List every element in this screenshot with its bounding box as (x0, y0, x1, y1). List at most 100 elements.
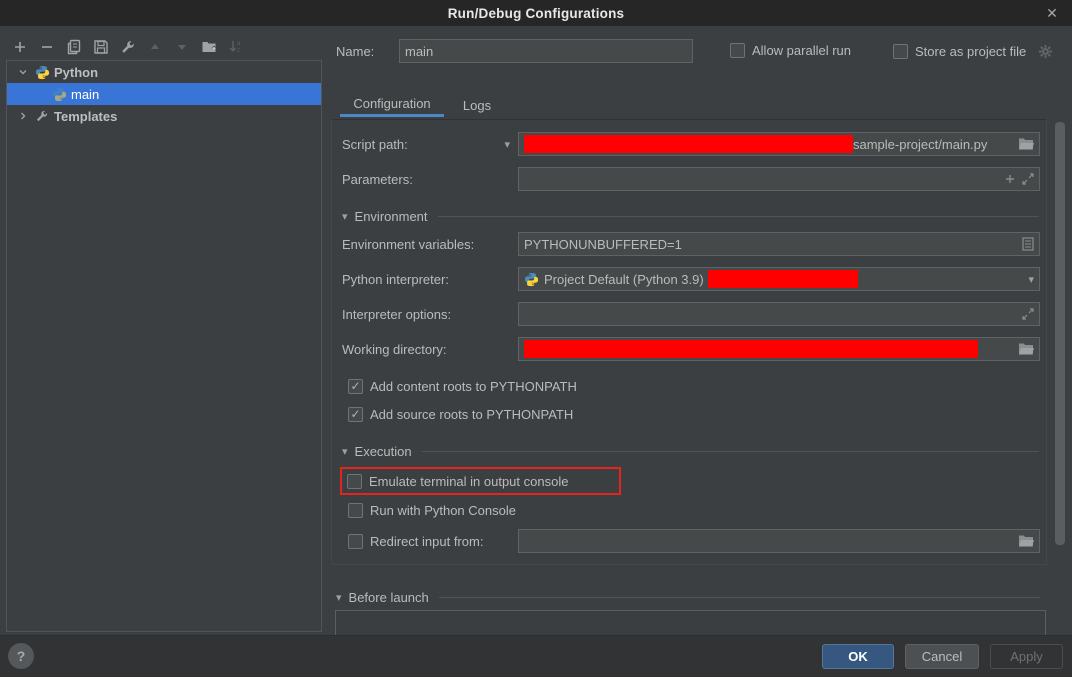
check-icon: ✓ (350, 380, 360, 392)
checkbox-label: Add content roots to PYTHONPATH (370, 379, 577, 394)
add-content-roots-checkbox[interactable]: ✓ Add content roots to PYTHONPATH (348, 378, 577, 394)
interpreter-options-row: Interpreter options: (332, 302, 1046, 326)
close-icon[interactable]: ✕ (1040, 0, 1064, 26)
wrench-icon (34, 108, 50, 124)
ok-button[interactable]: OK (822, 644, 894, 669)
before-launch-section-header[interactable]: ▾ Before launch (336, 589, 1040, 605)
help-button[interactable]: ? (8, 643, 34, 669)
emulate-terminal-highlight: Emulate terminal in output console (340, 467, 621, 495)
gear-icon[interactable] (1037, 43, 1053, 59)
checkbox-box[interactable] (893, 44, 908, 59)
section-title: Before launch (349, 590, 429, 605)
save-icon[interactable] (93, 39, 109, 55)
combo-arrow-icon[interactable]: ▾ (1028, 273, 1034, 286)
parameters-input[interactable] (518, 167, 1040, 191)
tree-item-templates[interactable]: Templates (7, 105, 321, 127)
checkbox-box[interactable] (348, 534, 363, 549)
script-path-input[interactable]: sample-project/main.py (518, 132, 1040, 156)
tree-item-label: Templates (54, 109, 117, 124)
section-collapse-icon[interactable]: ▾ (336, 591, 342, 604)
script-path-label-combo[interactable]: Script path: ▾ (342, 137, 510, 152)
add-macro-icon[interactable] (1004, 173, 1016, 185)
checkbox-box[interactable] (348, 503, 363, 518)
chevron-down-icon[interactable] (15, 64, 31, 80)
move-down-icon[interactable] (174, 39, 190, 55)
section-divider (422, 451, 1039, 452)
browse-folder-icon[interactable] (1018, 137, 1034, 151)
section-title: Execution (355, 444, 412, 459)
chevron-down-icon[interactable]: ▾ (504, 138, 510, 151)
apply-button[interactable]: Apply (990, 644, 1063, 669)
environment-variables-label: Environment variables: (342, 237, 510, 252)
edit-wrench-icon[interactable] (120, 39, 136, 55)
add-source-roots-checkbox[interactable]: ✓ Add source roots to PYTHONPATH (348, 406, 573, 422)
environment-variables-input[interactable]: PYTHONUNBUFFERED=1 (518, 232, 1040, 256)
checkbox-box[interactable] (730, 43, 745, 58)
interpreter-options-label: Interpreter options: (342, 307, 510, 322)
move-up-icon[interactable] (147, 39, 163, 55)
checkbox-box[interactable]: ✓ (348, 407, 363, 422)
working-directory-input[interactable] (518, 337, 1040, 361)
python-icon (524, 272, 539, 287)
checkbox-label: Allow parallel run (752, 43, 851, 58)
run-python-console-checkbox[interactable]: Run with Python Console (348, 502, 516, 518)
checkbox-label: Redirect input from: (370, 534, 483, 549)
vertical-scrollbar[interactable] (1055, 122, 1065, 545)
redacted-directory-block (524, 340, 978, 358)
redirect-input-field[interactable] (518, 529, 1040, 553)
expand-field-icon[interactable] (1022, 308, 1034, 320)
browse-folder-icon[interactable] (1018, 342, 1034, 356)
environment-section-header[interactable]: ▾ Environment (342, 208, 1039, 224)
tab-label: Logs (463, 98, 491, 113)
python-interpreter-label: Python interpreter: (342, 272, 510, 287)
environment-variables-row: Environment variables: PYTHONUNBUFFERED=… (332, 232, 1046, 256)
before-launch-task-list[interactable] (335, 610, 1046, 636)
checkbox-label: Emulate terminal in output console (369, 474, 568, 489)
tab-configuration[interactable]: Configuration (340, 93, 444, 117)
python-interpreter-row: Python interpreter: Project Default (Pyt… (332, 267, 1046, 291)
edit-variables-icon[interactable] (1022, 237, 1034, 251)
chevron-right-icon[interactable] (15, 108, 31, 124)
store-as-project-file-checkbox[interactable]: Store as project file (893, 43, 1053, 59)
section-collapse-icon[interactable]: ▾ (342, 210, 348, 223)
tree-item-label: main (71, 87, 99, 102)
run-debug-configurations-dialog: Run/Debug Configurations ✕ az (0, 0, 1072, 677)
title-bar: Run/Debug Configurations ✕ (0, 0, 1072, 26)
checkbox-label: Run with Python Console (370, 503, 516, 518)
new-folder-icon[interactable] (201, 39, 217, 55)
tab-logs[interactable]: Logs (454, 93, 500, 117)
expand-field-icon[interactable] (1022, 173, 1034, 185)
tree-item-main[interactable]: main (7, 83, 321, 105)
name-label: Name: (336, 44, 374, 59)
parameters-label: Parameters: (342, 172, 510, 187)
copy-icon[interactable] (66, 39, 82, 55)
section-divider (439, 597, 1040, 598)
remove-icon[interactable] (39, 39, 55, 55)
name-input[interactable]: main (399, 39, 693, 63)
checkbox-label: Add source roots to PYTHONPATH (370, 407, 573, 422)
execution-section-header[interactable]: ▾ Execution (342, 443, 1039, 459)
emulate-terminal-checkbox[interactable] (347, 474, 362, 489)
configuration-form: Script path: ▾ sample-project/main.py Pa… (331, 119, 1047, 565)
section-divider (438, 216, 1039, 217)
add-icon[interactable] (12, 39, 28, 55)
configurations-toolbar: az (12, 36, 244, 58)
working-directory-row: Working directory: (332, 337, 1046, 361)
redacted-interpreter-block (708, 270, 858, 288)
allow-parallel-run-checkbox[interactable]: Allow parallel run (730, 43, 851, 58)
dialog-title: Run/Debug Configurations (448, 6, 625, 21)
checkbox-label: Store as project file (915, 44, 1026, 59)
python-interpreter-combobox[interactable]: Project Default (Python 3.9) ▾ (518, 267, 1040, 291)
python-interpreter-value: Project Default (Python 3.9) (544, 272, 704, 287)
checkbox-box[interactable]: ✓ (348, 379, 363, 394)
cancel-button[interactable]: Cancel (905, 644, 979, 669)
interpreter-options-input[interactable] (518, 302, 1040, 326)
tree-item-python[interactable]: Python (7, 61, 321, 83)
button-label: Apply (1010, 649, 1043, 664)
script-path-label: Script path: (342, 137, 408, 152)
redirect-input-checkbox[interactable]: Redirect input from: (348, 533, 483, 549)
browse-folder-icon[interactable] (1018, 534, 1034, 548)
sort-alphabetically-icon[interactable]: az (228, 39, 244, 55)
redacted-path-block (524, 135, 853, 153)
section-collapse-icon[interactable]: ▾ (342, 445, 348, 458)
